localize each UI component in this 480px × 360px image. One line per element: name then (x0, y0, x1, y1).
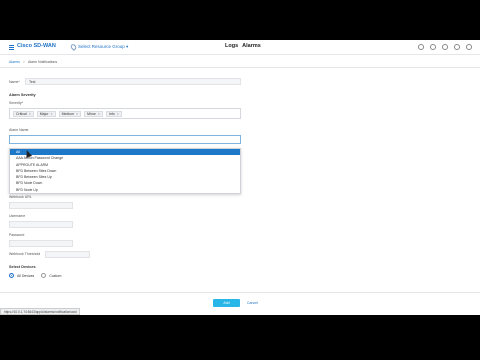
radio-custom[interactable] (41, 273, 47, 278)
alarm-name-input[interactable] (9, 135, 241, 144)
name-label: Name* (9, 80, 20, 84)
section-alarm-severity: Alarm Severity (9, 93, 36, 97)
radio-custom-label: Custom (49, 273, 62, 278)
divider (0, 67, 480, 68)
hamburger-menu-icon[interactable] (9, 45, 14, 50)
radio-all-devices-label: All Devices (17, 273, 35, 278)
brand-title: Cisco SD-WAN (17, 43, 56, 49)
webhook-url-input[interactable] (9, 202, 73, 209)
top-navbar: Cisco SD-WAN Select Resource Group ▾ Log… (0, 40, 480, 55)
gear-icon[interactable] (466, 44, 472, 50)
severity-chip[interactable]: Critical × (13, 110, 34, 117)
divider (0, 292, 480, 293)
name-input[interactable]: Test (25, 78, 241, 85)
breadcrumb-home[interactable]: Alarms (9, 60, 20, 64)
severity-chip[interactable]: Minor × (84, 110, 103, 117)
threshold-label: Webhook Threshold (9, 252, 41, 256)
breadcrumb: Alarms > Alarm Notifications (9, 60, 57, 64)
resource-group-select[interactable]: Select Resource Group ▾ (78, 44, 128, 50)
severity-multiselect[interactable]: Critical × Major × Medium × Minor × Info × (9, 108, 241, 119)
toolbar-icons (418, 44, 472, 50)
breadcrumb-separator: > (22, 60, 25, 64)
page-title: Logs Alarms (225, 43, 265, 49)
radio-all-devices[interactable] (9, 273, 14, 278)
location-pin-icon (69, 43, 78, 51)
task-list-icon[interactable] (430, 44, 436, 50)
username-label: Username (9, 214, 26, 218)
threshold-input[interactable] (45, 251, 90, 258)
cancel-button[interactable]: Cancel (247, 299, 258, 307)
dropdown-option[interactable]: BFD Node Up (10, 187, 240, 193)
add-button[interactable]: Add (213, 299, 240, 307)
webhook-url-label: Webhook URL (9, 195, 32, 199)
username-input[interactable] (9, 221, 73, 228)
breadcrumb-current: Alarm Notifications (27, 60, 58, 64)
severity-chip[interactable]: Info × (105, 110, 122, 117)
alarm-name-dropdown: All AAA Admin Password Change APPROUTE A… (9, 148, 241, 195)
status-bar-url: https://10.0.1.74:8443/app/#/alarms/noti… (0, 308, 81, 315)
bell-icon[interactable] (442, 44, 448, 50)
password-label: Password (9, 233, 25, 237)
device-radio-group: All Devices Custom (9, 273, 61, 278)
alarm-name-label: Alarm Name (9, 128, 29, 132)
help-icon[interactable] (454, 44, 460, 50)
title-alarms: Alarms (242, 43, 261, 49)
password-input[interactable] (9, 240, 73, 247)
section-select-devices: Select Devices (9, 265, 36, 269)
severity-chip[interactable]: Major × (36, 110, 56, 117)
app-window: Cisco SD-WAN Select Resource Group ▾ Log… (0, 40, 480, 315)
title-logs: Logs (225, 43, 239, 49)
cloud-icon[interactable] (418, 44, 424, 50)
severity-chip[interactable]: Medium × (58, 110, 82, 117)
severity-label: Severity* (9, 101, 24, 105)
